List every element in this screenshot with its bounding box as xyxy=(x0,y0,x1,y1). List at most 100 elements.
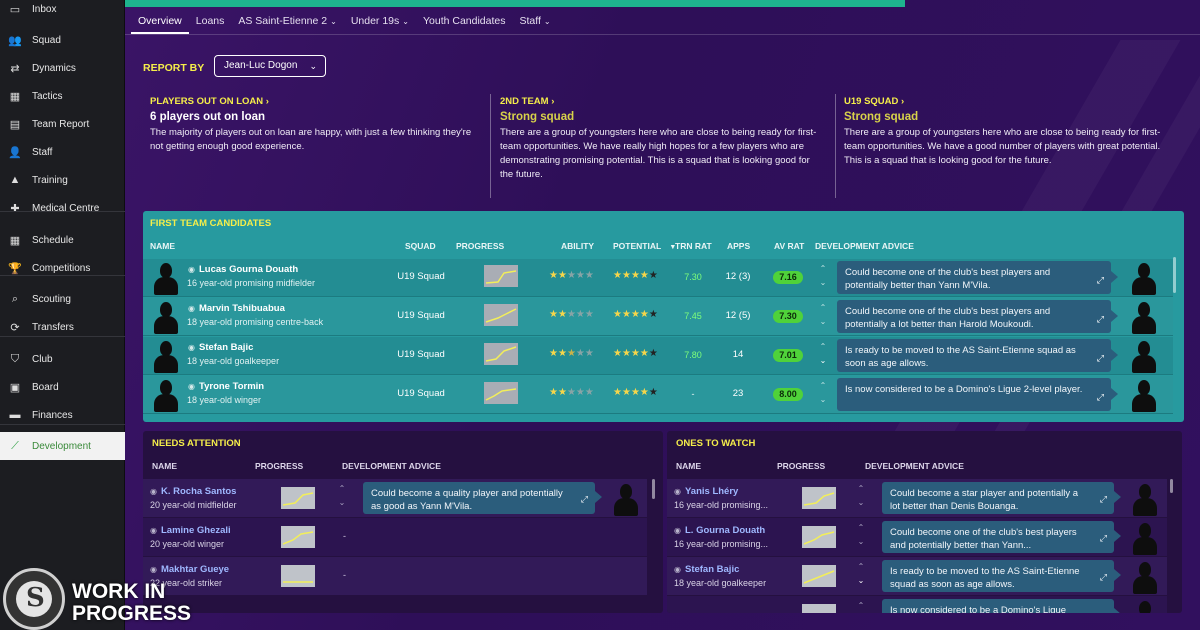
col-header-development-advice[interactable]: DEVELOPMENT ADVICE xyxy=(815,241,914,251)
col-header-squad[interactable]: SQUAD xyxy=(405,241,436,251)
advice-arrows[interactable]: ⌃⌄ xyxy=(856,560,866,588)
player-name[interactable]: ◉ Stefan Bajic xyxy=(674,564,739,575)
progress-line xyxy=(803,570,835,584)
sidebar-item-inbox[interactable]: ▭ Inbox xyxy=(0,0,125,23)
report-by-select[interactable]: Jean-Luc Dogon ⌄ xyxy=(214,55,326,77)
table-row[interactable]: ◉ Stefan Bajic 18 year-old goalkeeper U19 S… xyxy=(143,337,1173,375)
advice-arrows[interactable]: ⌃⌄ xyxy=(818,262,828,290)
scrollbar[interactable] xyxy=(1170,479,1173,493)
table-row[interactable]: ◉ Makhtar Gueye 22 year-old striker - xyxy=(143,557,647,595)
col-header-trn-rat[interactable]: TRN RAT xyxy=(675,241,712,251)
tab-as-saint-etienne-2[interactable]: AS Saint-Etienne 2 ⌄ xyxy=(231,10,343,34)
expand-icon[interactable]: ⤢ xyxy=(1100,493,1107,506)
summary-heading-link[interactable]: 2ND TEAM › xyxy=(500,96,825,107)
development-advice-bubble[interactable]: Could become one of the club's best play… xyxy=(882,521,1114,553)
sidebar-item-squad[interactable]: 👥 Squad xyxy=(0,26,125,54)
sidebar-item-competitions[interactable]: 🏆 Competitions xyxy=(0,254,125,282)
player-name[interactable]: ◉ Marvin Tshibuabua xyxy=(188,303,285,314)
table-row[interactable]: ◉ L. Gourna Douath 16 year-old promising..… xyxy=(667,518,1167,556)
col-header-development-advice[interactable]: DEVELOPMENT ADVICE xyxy=(342,461,441,471)
sidebar-item-schedule[interactable]: ▦ Schedule xyxy=(0,226,125,254)
development-advice-bubble[interactable]: Is ready to be moved to the AS Saint-Eti… xyxy=(837,339,1111,372)
tab-label: AS Saint-Etienne 2 xyxy=(238,15,328,27)
table-row[interactable]: ◉ Lucas Gourna Douath 16 year-old promisin… xyxy=(143,259,1173,297)
player-name[interactable]: ◉ Lamine Ghezali xyxy=(150,525,231,536)
scrollbar[interactable] xyxy=(652,479,655,499)
scrollbar[interactable] xyxy=(1173,257,1176,293)
chevron-up-icon: ⌃ xyxy=(819,342,827,351)
player-name[interactable]: ◉ Tyrone Tormin xyxy=(188,381,264,392)
col-header-potential[interactable]: POTENTIAL ▼ xyxy=(613,241,676,251)
col-header-name[interactable]: NAME xyxy=(676,461,701,471)
development-advice-bubble[interactable]: Could become one of the club's best play… xyxy=(837,261,1111,294)
table-row[interactable]: ◉ Stefan Bajic 18 year-old goalkeeper ⌃ ⌄ Is … xyxy=(667,557,1167,595)
advice-arrows[interactable]: ⌃⌄ xyxy=(818,379,828,407)
expand-icon[interactable]: ⤢ xyxy=(1100,610,1107,613)
table-row[interactable]: ◉ Marvin Tshibuabua 18 year-old promising … xyxy=(143,298,1173,336)
expand-icon[interactable]: ⤢ xyxy=(1097,313,1104,326)
development-advice-bubble[interactable]: Is now considered to be a Domino's Ligue… xyxy=(837,378,1111,411)
col-header-ability[interactable]: ABILITY xyxy=(561,241,594,251)
player-name[interactable]: ◉ L. Gourna Douath xyxy=(674,525,765,536)
col-header-progress[interactable]: PROGRESS xyxy=(456,241,504,251)
player-name[interactable]: ◉ Lucas Gourna Douath xyxy=(188,264,298,275)
player-name[interactable]: ◉ Stefan Bajic xyxy=(188,342,253,353)
star-icon: ★ xyxy=(557,348,567,359)
sidebar-item-dynamics[interactable]: ⇄ Dynamics xyxy=(0,54,125,82)
table-row[interactable]: ◉ Lamine Ghezali 20 year-old winger - xyxy=(143,518,647,556)
advice-arrows[interactable]: ⌃⌄ xyxy=(856,482,866,510)
advice-arrows[interactable]: ⌃⌄ xyxy=(818,340,828,368)
sidebar-item-medical-centre[interactable]: ✚ Medical Centre xyxy=(0,194,125,222)
col-header-progress[interactable]: PROGRESS xyxy=(777,461,825,471)
advice-arrows[interactable]: ⌃⌄ xyxy=(337,482,347,510)
development-advice-bubble[interactable]: Could become one of the club's best play… xyxy=(837,300,1111,333)
advice-arrows[interactable]: ⌃⌄ xyxy=(856,599,866,613)
tab-loans[interactable]: Loans xyxy=(189,10,232,34)
table-row[interactable]: ⌃⌄ Is now considered to be a Domino's Lig… xyxy=(667,596,1167,613)
col-header-apps[interactable]: APPS xyxy=(727,241,750,251)
col-header-name[interactable]: NAME xyxy=(152,461,177,471)
col-header-name[interactable]: NAME xyxy=(150,241,175,251)
player-name[interactable]: ◉ Yanis Lhéry xyxy=(674,486,738,497)
expand-icon[interactable]: ⤢ xyxy=(1100,571,1107,584)
sidebar-item-scouting[interactable]: ⌕ Scouting xyxy=(0,285,125,313)
progress-line xyxy=(802,604,836,613)
player-name-text: Stefan Bajic xyxy=(684,564,740,575)
expand-icon[interactable]: ⤢ xyxy=(1097,352,1104,365)
sidebar-item-team-report[interactable]: ▤ Team Report xyxy=(0,110,125,138)
avatar-head xyxy=(160,263,172,278)
tab-under-19s[interactable]: Under 19s ⌄ xyxy=(344,10,416,34)
table-row[interactable]: ◉ Tyrone Tormin 18 year-old winger U19 Squa… xyxy=(143,376,1173,414)
player-name[interactable]: ◉ K. Rocha Santos xyxy=(150,486,236,497)
development-advice-bubble[interactable]: Could become a quality player and potent… xyxy=(363,482,595,514)
expand-icon[interactable]: ⤢ xyxy=(581,493,588,506)
expand-icon[interactable]: ⤢ xyxy=(1097,274,1104,287)
tab-staff[interactable]: Staff ⌄ xyxy=(512,10,557,34)
sidebar-item-tactics[interactable]: ▦ Tactics xyxy=(0,82,125,110)
sidebar-item-training[interactable]: ▲ Training xyxy=(0,166,125,194)
col-header-development-advice[interactable]: DEVELOPMENT ADVICE xyxy=(865,461,964,471)
table-row[interactable]: ◉ K. Rocha Santos 20 year-old midfielder ⌃ ⌄… xyxy=(143,479,647,517)
development-advice-bubble[interactable]: Is ready to be moved to the AS Saint-Eti… xyxy=(882,560,1114,592)
col-header-av-rat[interactable]: AV RAT xyxy=(774,241,804,251)
development-advice-bubble[interactable]: Is now considered to be a Domino's Ligue… xyxy=(882,599,1114,613)
tab-overview[interactable]: Overview xyxy=(131,10,189,34)
development-advice-bubble[interactable]: Could become a star player and potential… xyxy=(882,482,1114,514)
sidebar-item-staff[interactable]: 👤 Staff xyxy=(0,138,125,166)
sidebar-item-club[interactable]: ⛉ Club xyxy=(0,345,125,373)
tab-youth-candidates[interactable]: Youth Candidates xyxy=(416,10,513,34)
table-row[interactable]: ◉ Yanis Lhéry 16 year-old promising... ⌃ ⌄ Co… xyxy=(667,479,1167,517)
summary-heading-link[interactable]: PLAYERS OUT ON LOAN › xyxy=(150,96,480,107)
expand-icon[interactable]: ⤢ xyxy=(1097,391,1104,404)
summary-0: PLAYERS OUT ON LOAN › 6 players out on lo… xyxy=(150,96,480,154)
development-advice-text: Is now considered to be a Domino's Ligue xyxy=(890,605,1067,613)
sidebar-item-development[interactable]: ⟋ Development xyxy=(0,432,125,460)
col-header-progress[interactable]: PROGRESS xyxy=(255,461,303,471)
ability-stars: ★★★★★ xyxy=(549,270,594,281)
advice-arrows[interactable]: ⌃⌄ xyxy=(818,301,828,329)
summary-heading-link[interactable]: U19 SQUAD › xyxy=(844,96,1169,107)
sidebar-item-board[interactable]: ▣ Board xyxy=(0,373,125,401)
advice-arrows[interactable]: ⌃⌄ xyxy=(856,521,866,549)
bubble-tail xyxy=(1114,608,1121,613)
expand-icon[interactable]: ⤢ xyxy=(1100,532,1107,545)
